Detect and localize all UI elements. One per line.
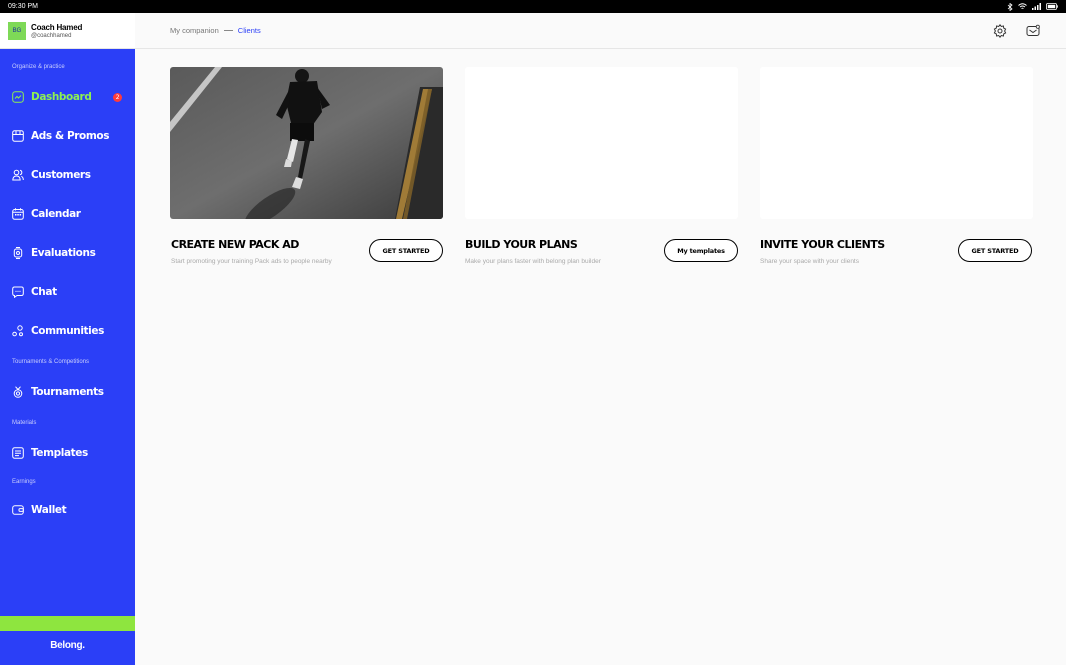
signal-icon	[1032, 3, 1041, 10]
section-earnings: Earnings	[12, 479, 36, 485]
dashboard-icon	[12, 91, 24, 103]
section-tournaments: Tournaments & Competitions	[12, 359, 90, 365]
sidebar-item-wallet[interactable]: Wallet	[0, 500, 135, 520]
card-title-build-plans: BUILD YOUR PLANS	[465, 238, 578, 251]
section-organize: Organize & practice	[12, 64, 65, 70]
sidebar-item-tournaments[interactable]: Tournaments	[0, 382, 135, 402]
card-subtitle-pack-ad: Start promoting your training Pack ads t…	[171, 258, 332, 265]
customers-icon	[12, 169, 24, 181]
invite-clients-card-image[interactable]	[760, 67, 1033, 219]
chat-icon	[12, 286, 24, 298]
avatar: BG	[8, 21, 26, 40]
calendar-icon	[12, 208, 24, 220]
pack-ad-card-image[interactable]	[170, 67, 443, 219]
battery-icon	[1046, 3, 1058, 10]
section-materials: Materials	[12, 420, 37, 426]
breadcrumb-current[interactable]: Clients	[238, 26, 261, 35]
ads-icon	[12, 130, 24, 142]
status-time: 09:30 PM	[8, 3, 38, 10]
sidebar-item-label: Tournaments	[31, 386, 104, 398]
sidebar-item-label: Evaluations	[31, 247, 96, 259]
sidebar-item-ads-promos[interactable]: Ads & Promos	[0, 126, 135, 146]
sidebar-item-label: Dashboard	[31, 91, 92, 103]
status-bar: 09:30 PM	[0, 0, 1066, 13]
templates-icon	[12, 447, 24, 459]
sidebar-item-communities[interactable]: Communities	[0, 321, 135, 341]
breadcrumb-parent[interactable]: My companion	[170, 26, 219, 35]
wifi-icon	[1018, 3, 1027, 9]
sidebar-item-label: Customers	[31, 169, 91, 181]
sidebar-item-label: Ads & Promos	[31, 130, 110, 142]
profile-name: Coach Hamed	[31, 22, 83, 32]
sidebar-item-chat[interactable]: Chat	[0, 282, 135, 302]
sidebar-item-label: Chat	[31, 286, 57, 298]
card-subtitle-invite-clients: Share your space with your clients	[760, 258, 859, 265]
tournaments-icon	[12, 386, 24, 398]
build-plans-card-image[interactable]	[465, 67, 738, 219]
get-started-pack-ad-button[interactable]: GET STARTED	[369, 239, 443, 262]
mail-icon[interactable]	[1026, 24, 1040, 38]
sidebar-item-label: Communities	[31, 325, 104, 337]
card-title-pack-ad: CREATE NEW PACK AD	[171, 238, 299, 251]
get-started-invite-button[interactable]: GET STARTED	[958, 239, 1032, 262]
communities-icon	[12, 325, 24, 337]
sidebar-item-templates[interactable]: Templates	[0, 443, 135, 463]
my-templates-button[interactable]: My templates	[664, 239, 738, 262]
wallet-icon	[12, 504, 24, 516]
sidebar-accent-strip	[0, 616, 135, 631]
runner-photo	[170, 67, 443, 219]
sidebar-item-evaluations[interactable]: Evaluations	[0, 243, 135, 263]
sidebar-item-dashboard[interactable]: Dashboard 2	[0, 87, 135, 107]
card-title-invite-clients: INVITE YOUR CLIENTS	[760, 238, 885, 251]
sidebar-item-label: Calendar	[31, 208, 81, 220]
status-icons	[1007, 2, 1058, 11]
sidebar: BG Coach Hamed @coachhamed Organize & pr…	[0, 13, 135, 665]
notification-badge: 2	[113, 92, 122, 102]
top-actions	[993, 24, 1040, 38]
gear-icon[interactable]	[993, 24, 1007, 38]
brand-logo: Belong.	[50, 640, 85, 651]
top-bar: My companion Clients	[135, 13, 1066, 49]
breadcrumb-separator	[223, 30, 233, 31]
evaluations-icon	[12, 247, 24, 259]
bluetooth-icon	[1007, 2, 1013, 11]
sidebar-item-calendar[interactable]: Calendar	[0, 204, 135, 224]
sidebar-item-label: Wallet	[31, 504, 67, 516]
sidebar-item-label: Templates	[31, 447, 88, 459]
profile-handle: @coachhamed	[31, 32, 72, 39]
profile-card[interactable]: BG Coach Hamed @coachhamed	[0, 13, 135, 49]
card-subtitle-build-plans: Make your plans faster with belong plan …	[465, 258, 601, 265]
sidebar-item-customers[interactable]: Customers	[0, 165, 135, 185]
